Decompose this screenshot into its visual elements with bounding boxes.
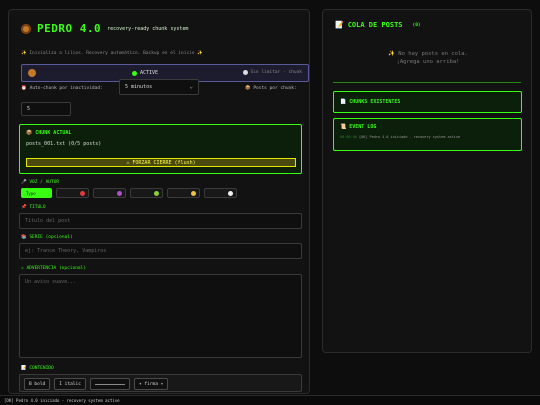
- voice-label-text: VOZ / AUTOR: [29, 180, 60, 185]
- app-subtitle: recovery-ready chunk system: [107, 25, 189, 32]
- voice-option[interactable]: [93, 188, 126, 198]
- voice-option[interactable]: [130, 188, 163, 198]
- event-log-heading: 📜 EVENT LOG: [340, 124, 376, 130]
- queue-divider: [333, 82, 521, 83]
- chevron-down-icon: ⌄: [189, 83, 193, 90]
- event-log-text: [OK] Pedro 4.0 iniciado - recovery syste…: [358, 135, 461, 139]
- status-footer: [OK] Pedro 4.0 iniciado - recovery syste…: [0, 395, 540, 405]
- series-input[interactable]: ej: Trance Theory, Vampiros: [19, 243, 302, 259]
- event-log-heading-text: EVENT LOG: [349, 124, 377, 130]
- posts-per-chunk-input[interactable]: 5: [21, 102, 71, 116]
- content-label-text: CONTENIDO: [29, 366, 54, 371]
- voice-option[interactable]: Typo: [21, 188, 52, 198]
- series-label: 📚 SERIE (opcional): [21, 235, 73, 240]
- status-active: ACTIVE: [132, 70, 158, 76]
- scroll-icon: 📜: [340, 124, 347, 130]
- content-label: 📝 CONTENIDO: [21, 366, 54, 371]
- title-label: 📌 TITULO: [21, 205, 46, 210]
- voice-selector: Typo: [21, 188, 237, 198]
- books-icon: 📚: [21, 235, 27, 240]
- posts-per-chunk-label: 📦 Posts por chunk:: [245, 86, 297, 91]
- signature-button[interactable]: ✦ firma ✦: [133, 378, 169, 390]
- auto-chunk-label: ⏰ Auto-chunk por inactividad:: [21, 86, 103, 91]
- interval-select[interactable]: 5 minutos ⌄: [119, 79, 199, 95]
- current-chunk-box: 📦 CHUNK ACTUAL posts_001.txt (0/5 posts)…: [19, 124, 302, 174]
- queue-panel: 📝 COLA DE POSTS (0) ✨ No hay posts en co…: [322, 9, 532, 353]
- bold-button[interactable]: B bold: [24, 378, 51, 390]
- current-chunk-heading: 📦 CHUNK ACTUAL: [26, 130, 71, 136]
- app-header: PEDRO 4.0 recovery-ready chunk system: [21, 22, 188, 35]
- app-tagline: ✨ Inicializa a lilios. Recovery automáti…: [21, 51, 203, 56]
- italic-button[interactable]: I italic: [54, 378, 86, 390]
- composer-panel: PEDRO 4.0 recovery-ready chunk system ✨ …: [8, 9, 310, 394]
- idle-dot-icon: [242, 70, 248, 75]
- divider-line-icon: [94, 383, 125, 385]
- box-icon: 📦: [245, 86, 251, 91]
- interval-value: 5 minutos: [125, 84, 153, 90]
- voice-option[interactable]: [56, 188, 89, 198]
- warning-label: ⚠ ADVERTENCIA (opcional): [21, 266, 86, 271]
- voice-color-dot-icon: [228, 191, 233, 196]
- warning-textarea[interactable]: Un aviso suave...: [19, 274, 302, 358]
- title-input[interactable]: Título del post: [19, 213, 302, 229]
- pin-icon: 📌: [21, 205, 27, 210]
- chunks-existing-heading-text: CHUNKS EXISTENTES: [349, 99, 401, 105]
- voice-color-dot-icon: [117, 191, 122, 196]
- chunks-existing-heading: 📄 CHUNKS EXISTENTES: [340, 99, 400, 105]
- memo-icon: 📝: [21, 366, 27, 371]
- voice-color-dot-icon: [154, 191, 159, 196]
- event-log-box: 📜 EVENT LOG 00:00:00 [OK] Pedro 4.0 inic…: [333, 118, 522, 151]
- status-donut-icon: [28, 69, 36, 77]
- event-log-time: 00:00:00: [340, 135, 357, 139]
- status-idle: Sin limitar · chunk: [242, 70, 302, 75]
- chunks-existing-box[interactable]: 📄 CHUNKS EXISTENTES: [333, 91, 522, 113]
- active-dot-icon: [132, 70, 137, 76]
- event-log-entry: 00:00:00 [OK] Pedro 4.0 iniciado - recov…: [340, 135, 460, 139]
- queue-empty-line1: ✨ No hay posts en cola.: [388, 51, 468, 57]
- warning-icon: ⚠: [21, 266, 24, 271]
- voice-color-dot-icon: [80, 191, 85, 196]
- mic-icon: 🎤: [21, 180, 27, 185]
- clock-icon: ⏰: [21, 86, 27, 91]
- memo-icon: 📝: [335, 21, 344, 29]
- queue-count: (0): [412, 22, 421, 28]
- auto-chunk-text: Auto-chunk por inactividad:: [29, 86, 103, 91]
- divider-button[interactable]: [89, 378, 130, 390]
- queue-empty-line2: ¡Agrega uno arriba!: [396, 59, 460, 65]
- page-icon: 📄: [340, 99, 347, 105]
- status-idle-label: Sin limitar · chunk: [250, 70, 302, 75]
- queue-title: COLA DE POSTS: [347, 21, 403, 29]
- queue-header: 📝 COLA DE POSTS (0): [335, 21, 421, 29]
- force-flush-button[interactable]: ⚠ FORZAR CIERRE (flush): [26, 158, 296, 167]
- current-chunk-file: posts_001.txt (0/5 posts): [26, 141, 102, 147]
- voice-color-dot-icon: [43, 191, 48, 196]
- queue-empty-state: ✨ No hay posts en cola. ¡Agrega uno arri…: [323, 50, 533, 66]
- title-label-text: TITULO: [29, 205, 46, 210]
- warning-label-text: ADVERTENCIA (opcional): [26, 266, 87, 271]
- voice-label: 🎤 VOZ / AUTOR: [21, 180, 59, 185]
- box-icon: 📦: [26, 130, 33, 136]
- app-title: PEDRO 4.0: [37, 22, 102, 35]
- voice-color-dot-icon: [191, 191, 196, 196]
- series-label-text: SERIE (opcional): [29, 235, 73, 240]
- donut-logo-icon: [21, 23, 31, 34]
- voice-option[interactable]: [167, 188, 200, 198]
- voice-option[interactable]: [204, 188, 237, 198]
- posts-per-chunk-text: Posts por chunk:: [253, 86, 297, 91]
- voice-option-label: Typo: [26, 191, 36, 196]
- status-active-label: ACTIVE: [140, 70, 159, 76]
- current-chunk-heading-text: CHUNK ACTUAL: [35, 130, 72, 136]
- format-toolbar: B bold I italic ✦ firma ✦: [19, 374, 302, 392]
